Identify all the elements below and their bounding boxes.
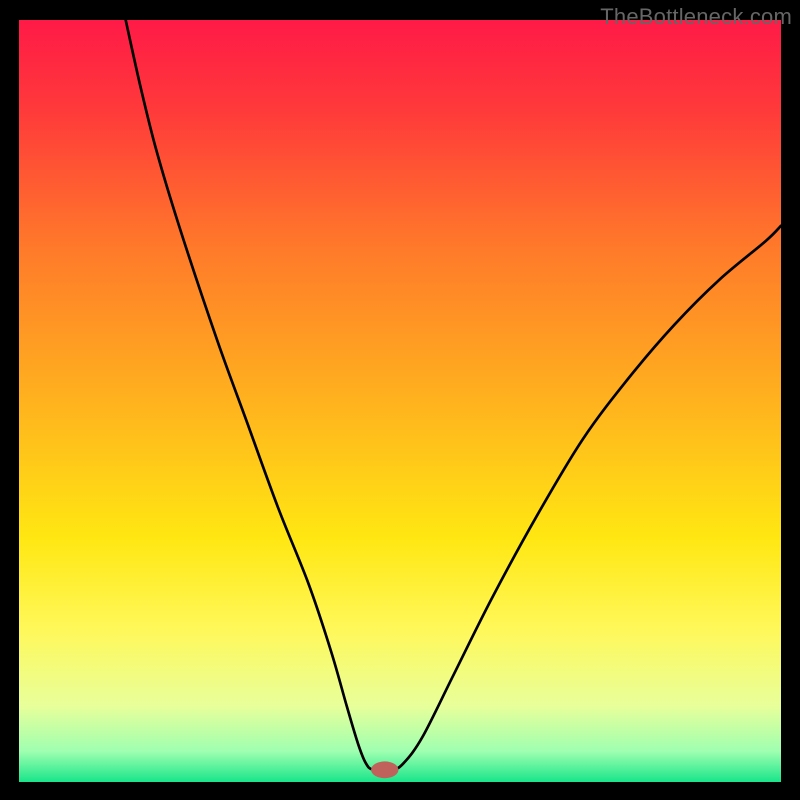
gradient-background bbox=[19, 20, 781, 782]
plot-area bbox=[19, 20, 781, 782]
plot-svg bbox=[19, 20, 781, 782]
chart-frame: TheBottleneck.com bbox=[0, 0, 800, 800]
minimum-marker bbox=[371, 761, 398, 778]
watermark-text: TheBottleneck.com bbox=[600, 4, 792, 30]
